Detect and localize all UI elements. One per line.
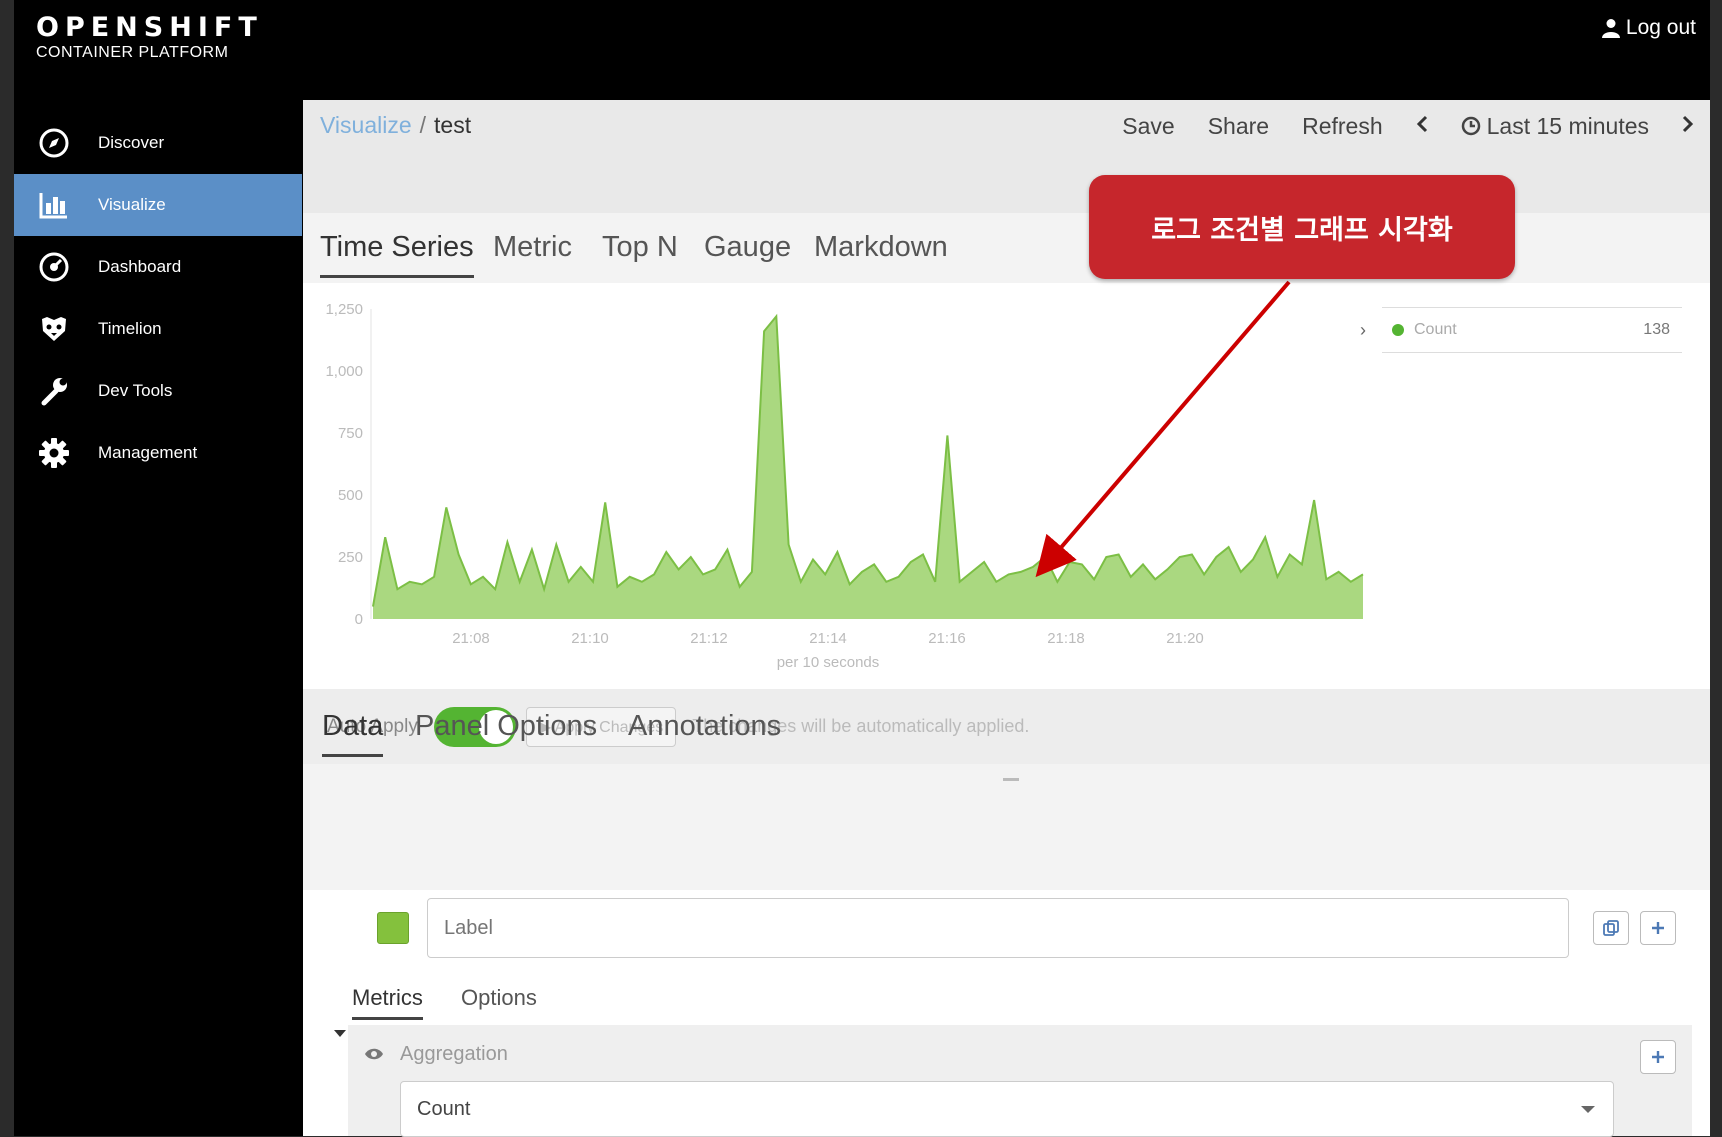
tab-time-series[interactable]: Time Series [320, 231, 474, 278]
tab-annotations[interactable]: Annotations [628, 710, 781, 743]
brand-title: OPENSHIFT [36, 12, 263, 43]
app-frame: OPENSHIFT CONTAINER PLATFORM Log out Dis… [14, 0, 1710, 1137]
brand-logo[interactable]: OPENSHIFT CONTAINER PLATFORM [36, 12, 263, 62]
tab-top-n[interactable]: Top N [602, 231, 678, 264]
logout-label: Log out [1625, 16, 1696, 39]
x-tick-label: 21:12 [690, 630, 728, 647]
save-button[interactable]: Save [1122, 113, 1174, 140]
x-tick-label: 21:16 [928, 630, 966, 647]
x-tick-label: 21:08 [452, 630, 490, 647]
sidebar-item-visualize[interactable]: Visualize [14, 174, 302, 236]
toolbar: Save Share Refresh Last 15 minutes [1089, 112, 1694, 140]
copy-icon [1603, 920, 1619, 936]
add-metric-button[interactable] [1640, 1040, 1676, 1074]
chevron-left-icon[interactable] [1416, 112, 1428, 140]
eye-icon[interactable] [364, 1047, 384, 1061]
sidebar-item-management[interactable]: Management [14, 422, 302, 484]
sidebar-item-label: Management [98, 443, 198, 462]
time-series-chart: 0 250 500 750 1,000 1,250 21:08 21:10 21:12 21:14… [303, 283, 1710, 689]
x-tick-label: 21:20 [1166, 630, 1204, 647]
y-tick-label: 1,250 [325, 301, 363, 318]
sidebar-item-dev-tools[interactable]: Dev Tools [14, 360, 302, 422]
sidebar: Discover Visualize Dashboard Timelion De… [14, 112, 302, 484]
chevron-down-icon [1581, 1106, 1595, 1113]
aggregation-select[interactable]: Count [400, 1081, 1614, 1137]
aggregation-value: Count [417, 1097, 471, 1120]
compass-icon [36, 125, 72, 161]
breadcrumb: Visualize / test [320, 112, 471, 139]
refresh-button[interactable]: Refresh [1302, 113, 1383, 140]
x-axis-label: per 10 seconds [777, 654, 880, 671]
series-area-count [373, 316, 1363, 619]
drag-handle[interactable] [1003, 778, 1019, 781]
y-tick-label: 250 [338, 549, 363, 566]
user-icon [1601, 19, 1620, 38]
timelion-icon [36, 311, 72, 347]
subtab-metrics[interactable]: Metrics [352, 985, 423, 1020]
gear-icon [36, 435, 72, 471]
sidebar-item-label: Visualize [98, 195, 166, 214]
sidebar-item-label: Discover [98, 133, 165, 152]
annotation-callout: 로그 조건별 그래프 시각화 [1089, 175, 1515, 279]
breadcrumb-separator: / [419, 112, 427, 138]
chart-legend[interactable]: › Count 138 [1360, 307, 1682, 353]
tab-data[interactable]: Data [322, 710, 384, 757]
y-tick-label: 1,000 [325, 363, 363, 380]
clone-series-button[interactable] [1593, 911, 1629, 945]
series-color-swatch[interactable] [377, 912, 409, 944]
wrench-icon [36, 373, 72, 409]
share-button[interactable]: Share [1208, 113, 1269, 140]
bar-chart-icon [36, 187, 72, 223]
time-range-label: Last 15 minutes [1486, 112, 1649, 139]
legend-color-dot [1392, 324, 1404, 336]
clock-icon [1461, 116, 1480, 136]
legend-series-value: 138 [1643, 321, 1670, 338]
sidebar-item-dashboard[interactable]: Dashboard [14, 236, 302, 298]
y-tick-label: 750 [338, 425, 363, 442]
plus-icon [1652, 1051, 1664, 1063]
aggregation-label: Aggregation [400, 1043, 508, 1065]
sidebar-item-label: Timelion [98, 319, 162, 338]
x-tick-label: 21:10 [571, 630, 609, 647]
tab-metric[interactable]: Metric [493, 231, 572, 264]
x-tick-label: 21:14 [809, 630, 847, 647]
x-tick-label: 21:18 [1047, 630, 1085, 647]
add-series-button[interactable] [1640, 911, 1676, 945]
collapse-caret-icon[interactable] [334, 1030, 346, 1037]
tab-markdown[interactable]: Markdown [814, 231, 948, 264]
plus-icon [1652, 922, 1664, 934]
y-tick-label: 0 [355, 611, 363, 628]
tab-panel-options[interactable]: Panel Options [415, 710, 597, 743]
sidebar-item-label: Dashboard [98, 257, 182, 276]
time-picker[interactable]: Last 15 minutes [1461, 113, 1649, 140]
series-label-input[interactable] [427, 898, 1569, 958]
sidebar-item-label: Dev Tools [98, 381, 173, 400]
brand-subtitle: CONTAINER PLATFORM [36, 44, 229, 61]
chevron-right-icon[interactable]: › [1360, 320, 1366, 341]
logout-link[interactable]: Log out [1601, 16, 1696, 40]
chevron-right-icon[interactable] [1682, 112, 1694, 140]
legend-series-name: Count [1414, 321, 1457, 338]
subtab-options[interactable]: Options [461, 985, 537, 1011]
y-tick-label: 500 [338, 487, 363, 504]
sidebar-item-timelion[interactable]: Timelion [14, 298, 302, 360]
sidebar-item-discover[interactable]: Discover [14, 112, 302, 174]
dashboard-icon [36, 249, 72, 285]
breadcrumb-visualize-link[interactable]: Visualize [320, 112, 412, 138]
aggregation-panel: Aggregation Count [348, 1025, 1692, 1137]
tab-gauge[interactable]: Gauge [704, 231, 791, 264]
breadcrumb-current: test [434, 112, 472, 138]
